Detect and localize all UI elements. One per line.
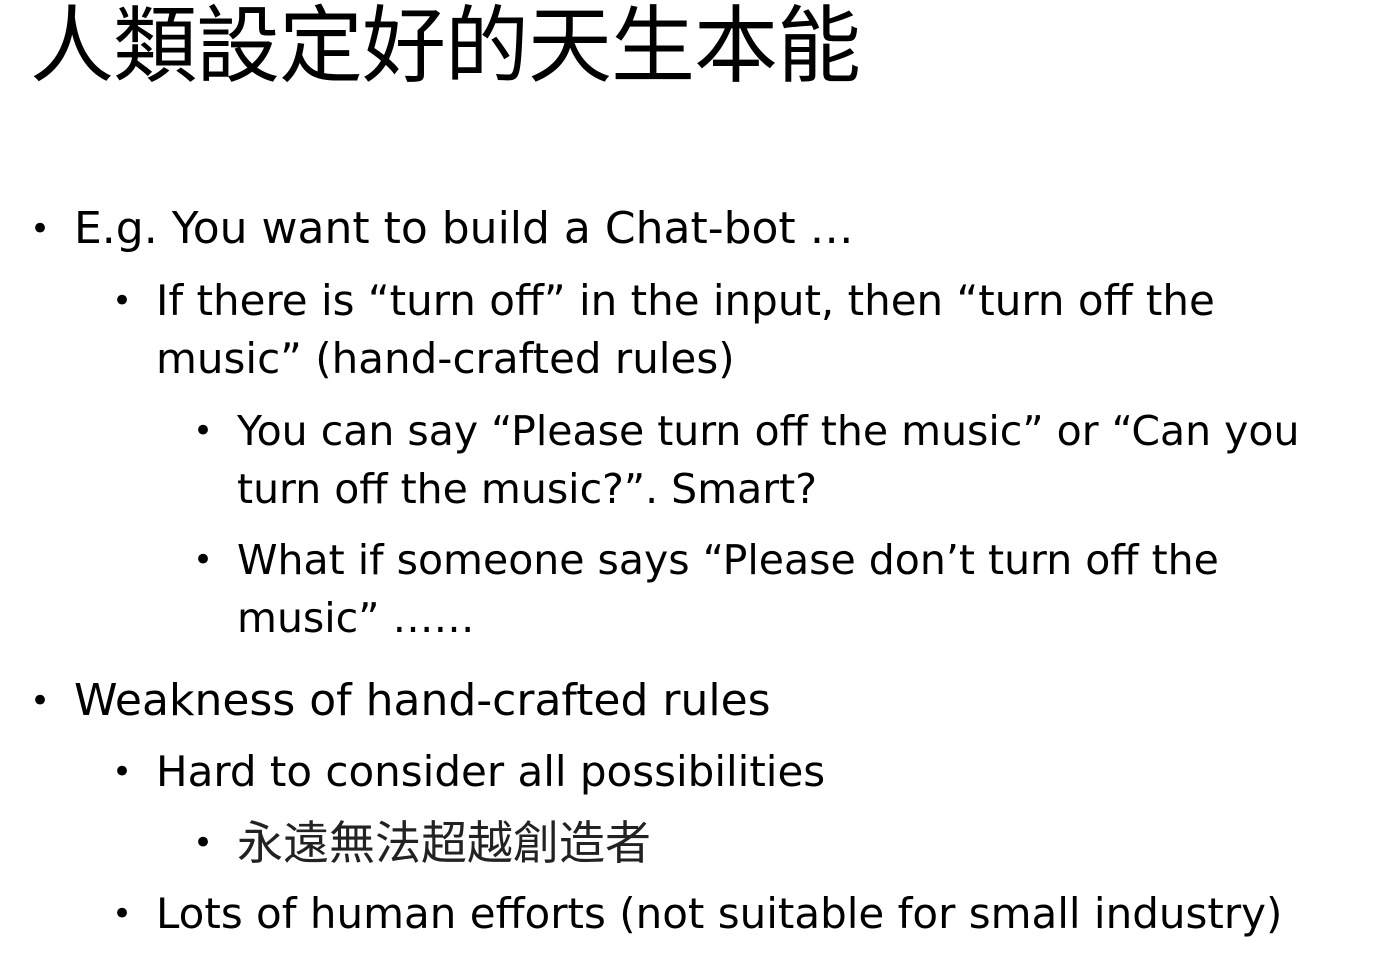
- bullet-dot: •: [30, 209, 51, 249]
- slide: 人類設定好的天生本能 • E.g. You want to build a Ch…: [0, 0, 1379, 961]
- bullet-item-human-efforts: • Lots of human efforts (not suitable fo…: [112, 885, 1283, 943]
- slide-title: 人類設定好的天生本能: [30, 0, 861, 95]
- bullet-text-line-2: music” ……: [237, 594, 475, 642]
- bullet-item-turn-off-rule: • If there is “turn off” in the input, t…: [112, 272, 1215, 388]
- bullet-dot: •: [193, 411, 214, 451]
- bullet-item-hard-to-consider: • Hard to consider all possibilities: [112, 743, 826, 801]
- bullet-dot: •: [193, 823, 214, 863]
- bullet-dot: •: [112, 752, 133, 792]
- bullet-text-line-1: You can say “Please turn off the music” …: [237, 407, 1300, 455]
- bullet-item-chatbot: • E.g. You want to build a Chat-bot …: [30, 200, 854, 258]
- bullet-text: E.g. You want to build a Chat-bot …: [74, 203, 854, 254]
- bullet-text-line-1: If there is “turn off” in the input, the…: [156, 276, 1215, 325]
- bullet-dot: •: [112, 894, 133, 934]
- bullet-item-please-turn-off: • You can say “Please turn off the music…: [193, 402, 1300, 518]
- bullet-item-never-surpass-creator: • 永遠無法超越創造者: [193, 814, 651, 872]
- bullet-text-line-1: What if someone says “Please don’t turn …: [237, 536, 1219, 584]
- bullet-text: 永遠無法超越創造者: [237, 816, 651, 870]
- bullet-text: Lots of human efforts (not suitable for …: [156, 889, 1283, 938]
- bullet-dot: •: [30, 681, 51, 721]
- bullet-dot: •: [193, 540, 214, 580]
- bullet-text-line-2: music” (hand-crafted rules): [156, 334, 735, 383]
- bullet-text: Weakness of hand-crafted rules: [74, 675, 771, 726]
- bullet-item-dont-turn-off: • What if someone says “Please don’t tur…: [193, 531, 1219, 647]
- bullet-item-weakness: • Weakness of hand-crafted rules: [30, 672, 771, 730]
- bullet-text: Hard to consider all possibilities: [156, 747, 826, 796]
- bullet-text-line-2: turn off the music?”. Smart?: [237, 465, 817, 513]
- bullet-dot: •: [112, 281, 133, 321]
